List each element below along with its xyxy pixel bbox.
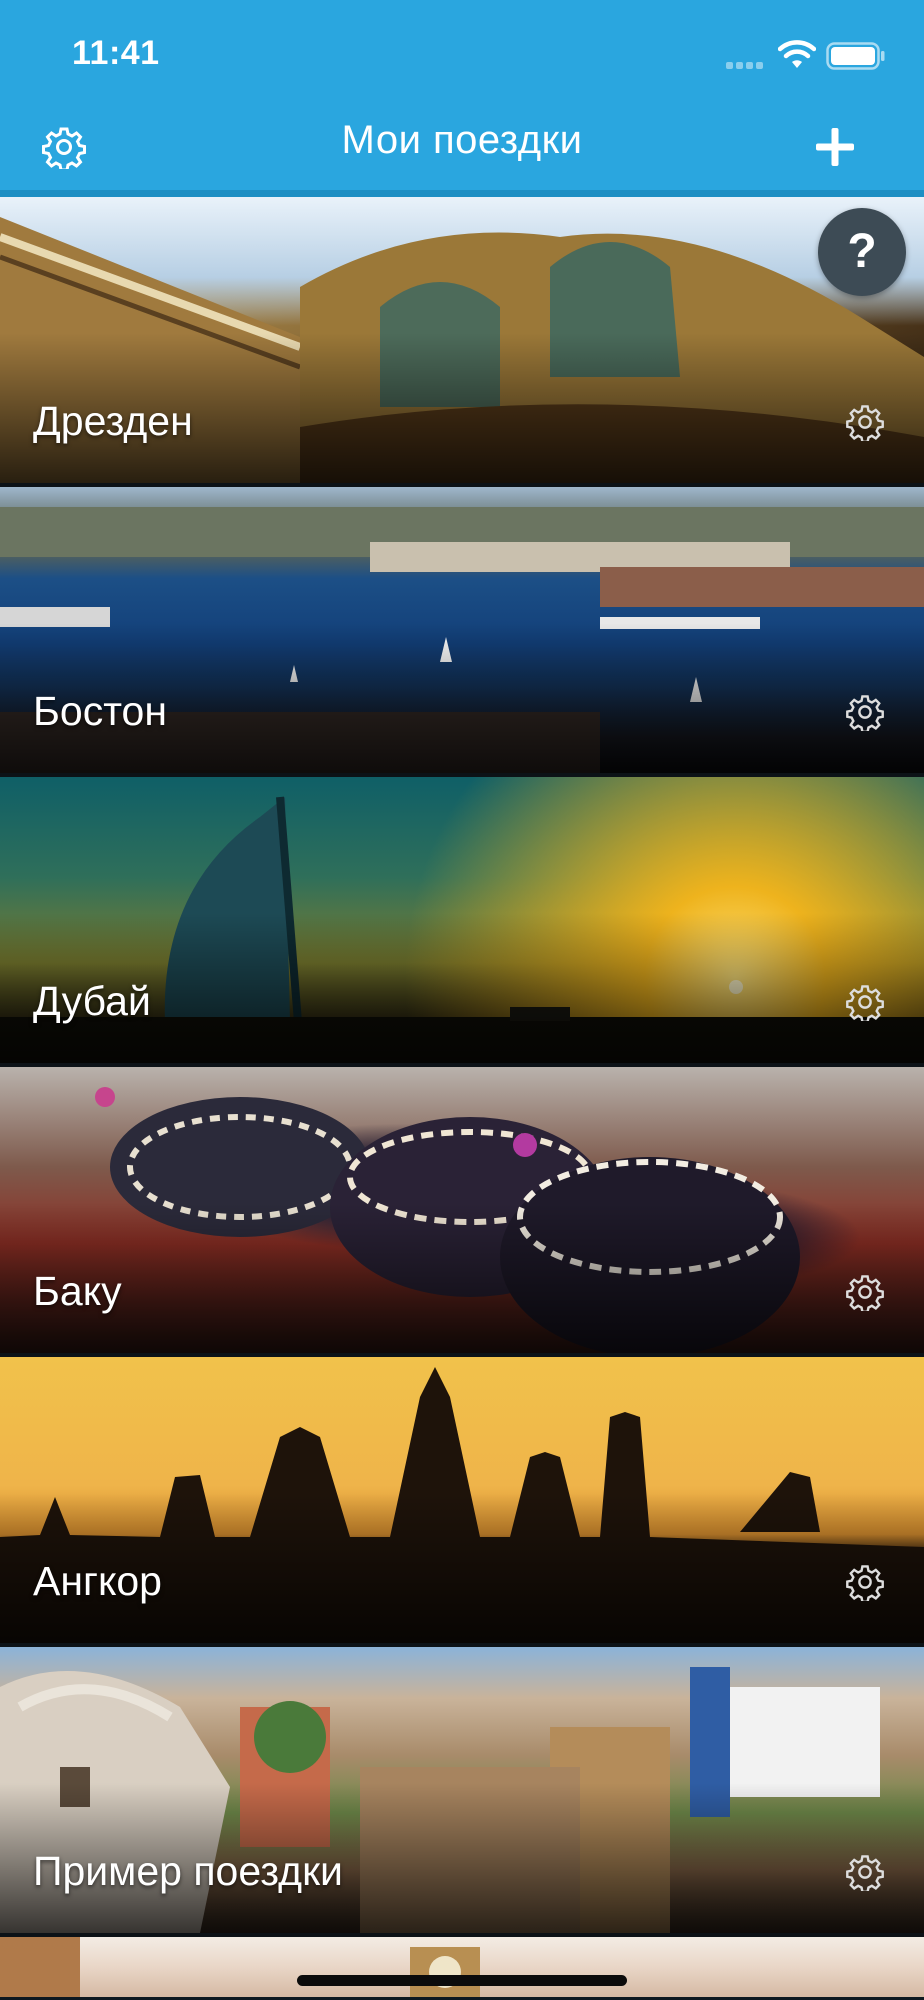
trip-card-partial[interactable] [0, 1937, 924, 1997]
trip-name: Бостон [33, 688, 167, 734]
trip-settings-button[interactable] [846, 403, 884, 441]
cellular-signal-icon [726, 56, 766, 74]
trip-settings-button[interactable] [846, 1273, 884, 1311]
trip-settings-button[interactable] [846, 1563, 884, 1601]
trip-name: Пример поездки [33, 1848, 343, 1894]
header-divider [0, 190, 924, 197]
gear-icon [846, 1275, 884, 1311]
trip-card-boston[interactable]: Бостон [0, 487, 924, 773]
gear-icon [846, 695, 884, 731]
trip-settings-button[interactable] [846, 693, 884, 731]
trip-card-baku[interactable]: Баку [0, 1067, 924, 1353]
trip-card-angkor[interactable]: Ангкор [0, 1357, 924, 1643]
trip-settings-button[interactable] [846, 1853, 884, 1891]
plus-icon [816, 128, 854, 166]
trip-overlay [0, 1203, 924, 1353]
question-icon: ? [847, 225, 877, 278]
wifi-icon [778, 40, 816, 70]
battery-icon [826, 42, 886, 70]
trip-card-dresden[interactable]: Дрезден [0, 197, 924, 483]
page-title: Мои поездки [341, 118, 583, 162]
trip-card-dubai[interactable]: Дубай [0, 777, 924, 1063]
trip-name: Баку [33, 1268, 122, 1314]
help-button[interactable]: ? [818, 208, 906, 296]
trip-name: Ангкор [33, 1558, 162, 1604]
gear-icon [846, 1565, 884, 1601]
trip-name: Дрезден [33, 398, 193, 444]
trip-settings-button[interactable] [846, 983, 884, 1021]
app-header: 11:41 Мои поездки [0, 0, 924, 197]
add-trip-button[interactable] [812, 124, 858, 170]
gear-icon [846, 405, 884, 441]
gear-icon [846, 985, 884, 1021]
trip-card-example[interactable]: Пример поездки [0, 1647, 924, 1933]
gear-icon [846, 1855, 884, 1891]
home-indicator [297, 1975, 627, 1986]
trip-image [0, 1937, 480, 1997]
status-time: 11:41 [72, 34, 160, 72]
trip-name: Дубай [33, 978, 151, 1024]
